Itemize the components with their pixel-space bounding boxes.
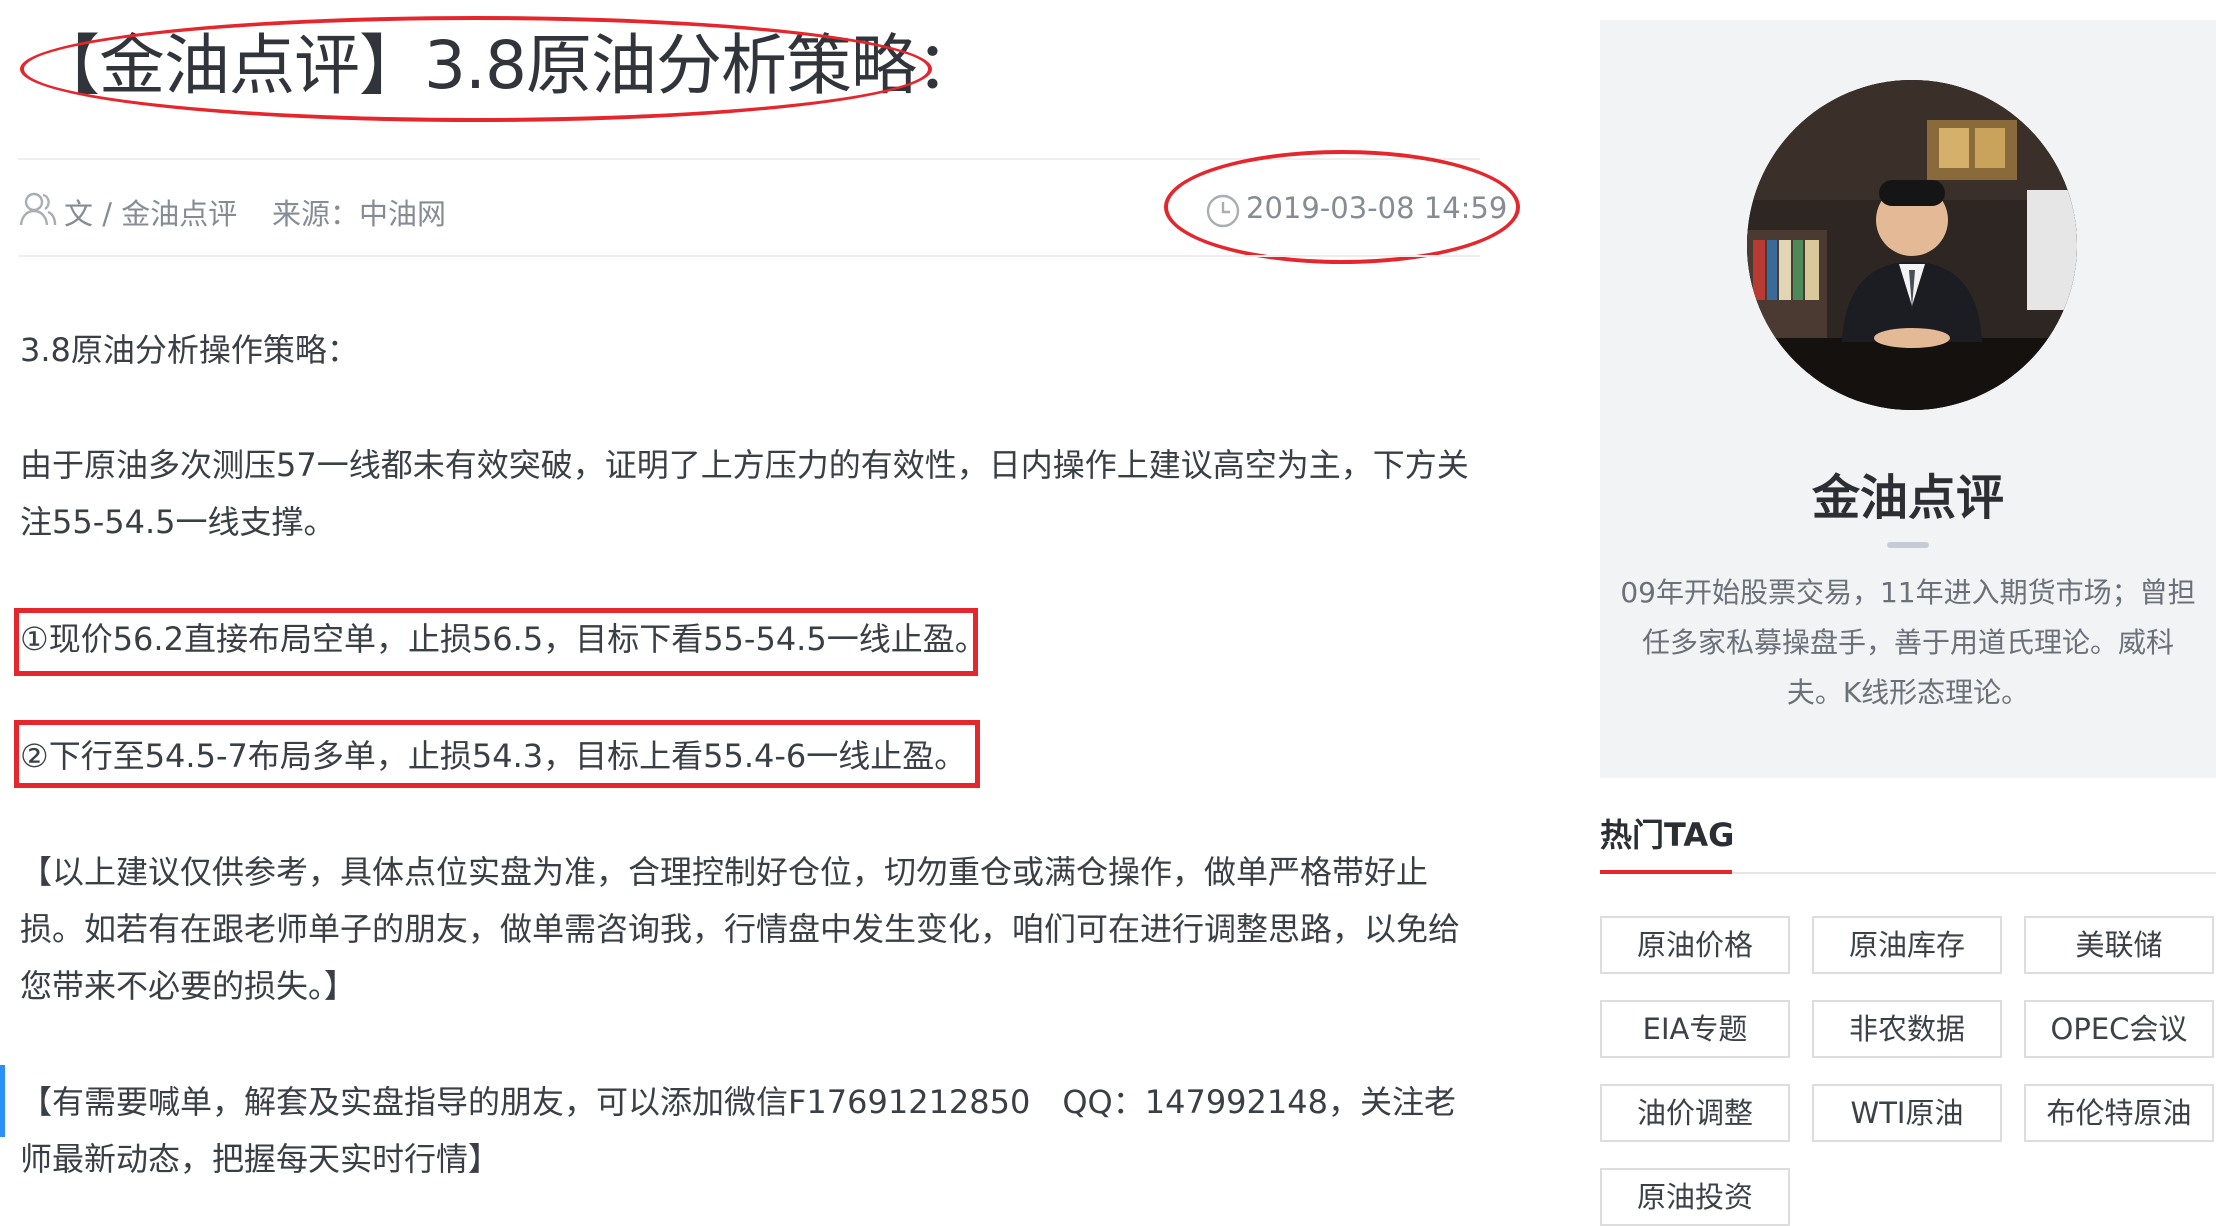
tag-fed[interactable]: 美联储 (2024, 916, 2214, 974)
author-profile-card: 金油点评 09年开始股票交易，11年进入期货市场；曾担任多家私募操盘手，善于用道… (1600, 20, 2216, 778)
meta-divider (18, 255, 1480, 257)
paragraph-disclaimer: 【以上建议仅供参考，具体点位实盘为准，合理控制好仓位，切勿重仓或满仓操作，做单严… (20, 853, 1461, 1005)
paragraph-heading: 3.8原油分析操作策略： (20, 331, 359, 369)
tag-nonfarm[interactable]: 非农数据 (1812, 1000, 2002, 1058)
clock-icon (1206, 194, 1240, 228)
profile-description: 09年开始股票交易，11年进入期货市场；曾担任多家私募操盘手，善于用道氏理论。威… (1620, 576, 2196, 709)
tag-brent[interactable]: 布伦特原油 (2024, 1084, 2214, 1142)
tag-opec[interactable]: OPEC会议 (2024, 1000, 2214, 1058)
paragraph-contact: 【有需要喊单，解套及实盘指导的朋友，可以添加微信F17691212850 QQ：… (20, 1083, 1456, 1178)
tag-eia[interactable]: EIA专题 (1600, 1000, 1790, 1058)
tag-crude-price[interactable]: 原油价格 (1600, 916, 1790, 974)
article-date: 2019-03-08 14:59 (1246, 191, 1508, 225)
avatar-photo (1747, 80, 2077, 410)
hot-tags-accent (1600, 870, 1732, 874)
strategy-short-highlight (14, 608, 978, 676)
avatar[interactable] (1747, 80, 2077, 410)
article-main: 【金油点评】3.8原油分析策略： 文 / 金油点评 来源：中油网 2019-03… (0, 0, 1520, 1214)
sidebar: 金油点评 09年开始股票交易，11年进入期货市场；曾担任多家私募操盘手，善于用道… (1600, 20, 2216, 1226)
paragraph-analysis: 由于原油多次测压57一线都未有效突破，证明了上方压力的有效性，日内操作上建议高空… (20, 446, 1469, 541)
title-divider (18, 158, 1480, 160)
tag-crude-inventory[interactable]: 原油库存 (1812, 916, 2002, 974)
strategy-long-highlight (14, 720, 980, 788)
tag-oil-price-adjust[interactable]: 油价调整 (1600, 1084, 1790, 1142)
profile-name: 金油点评 (1811, 470, 2004, 526)
article-title: 【金油点评】3.8原油分析策略： (34, 27, 982, 104)
contact-accent-bar (0, 1065, 5, 1137)
hot-tags-header: 热门TAG (1600, 810, 2216, 874)
tag-wti[interactable]: WTI原油 (1812, 1084, 2002, 1142)
article-meta: 文 / 金油点评 来源：中油网 2019-03-08 14:59 (18, 183, 1507, 239)
profile-name-underline (1887, 542, 1929, 548)
hot-tags-title: 热门TAG (1600, 816, 1735, 854)
article-source: 来源：中油网 (272, 197, 447, 231)
tag-crude-invest[interactable]: 原油投资 (1600, 1168, 1790, 1226)
article-author: 文 / 金油点评 (64, 197, 238, 231)
user-icon (19, 192, 57, 226)
